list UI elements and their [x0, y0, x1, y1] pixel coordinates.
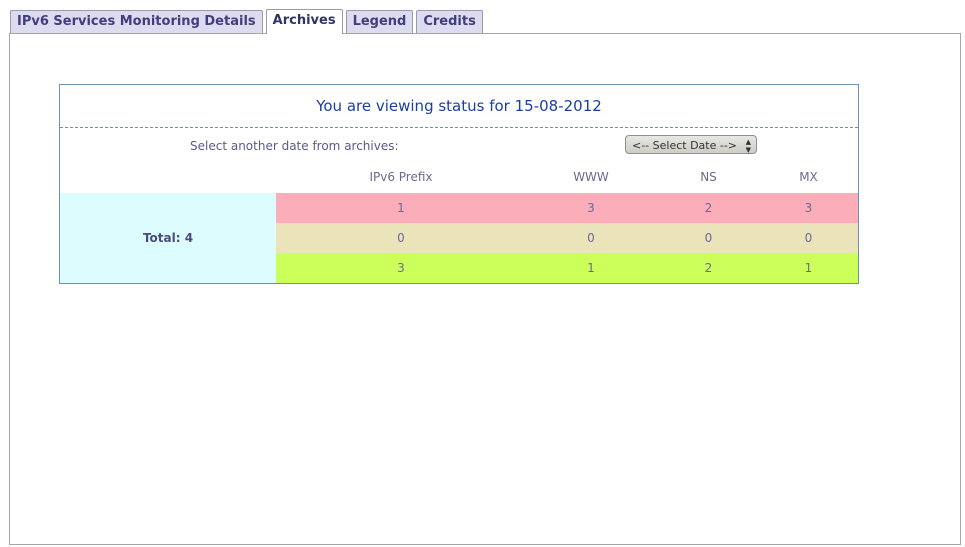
table-cell: 0	[397, 231, 405, 245]
column-header-www: WWW	[573, 170, 609, 184]
table-cell: 0	[804, 231, 813, 245]
date-select-row: Select another date from archives: <-- S…	[60, 134, 858, 158]
status-box: You are viewing status for 15-08-2012 Se…	[59, 84, 859, 284]
select-arrows-icon: ▲ ▼	[745, 138, 751, 154]
select-date-label: Select another date from archives:	[190, 139, 399, 153]
date-select[interactable]: <-- Select Date --> ▲ ▼	[625, 135, 757, 154]
table-cell: 1	[804, 261, 813, 275]
total-count: Total: 4	[60, 193, 276, 283]
table-cell: 3	[804, 201, 813, 215]
table-header: IPv6 Prefix WWW NS MX	[60, 170, 858, 192]
column-header-mx: MX	[799, 170, 818, 184]
date-select-value: <-- Select Date -->	[632, 139, 738, 152]
column-header-ns: NS	[700, 170, 717, 184]
column-header-ipv6-prefix: IPv6 Prefix	[369, 170, 433, 184]
table-cell: 3	[397, 261, 405, 275]
table-cell: 0	[587, 231, 595, 245]
table-cell: 1	[587, 261, 595, 275]
tab-ipv6-services-monitoring-details[interactable]: IPv6 Services Monitoring Details	[10, 10, 263, 33]
table-cell: 2	[704, 261, 713, 275]
table-cell: 2	[704, 201, 713, 215]
table-row-green: 3 1 2 1	[276, 253, 858, 283]
tab-legend[interactable]: Legend	[345, 10, 414, 33]
table-row-red: 1 3 2 3	[276, 193, 858, 223]
table-cell: 0	[704, 231, 713, 245]
table-row-tan: 0 0 0 0	[276, 223, 858, 253]
status-title: You are viewing status for 15-08-2012	[60, 85, 858, 128]
tab-credits[interactable]: Credits	[416, 10, 483, 33]
table-cell: 3	[587, 201, 595, 215]
tab-bar: IPv6 Services Monitoring Details Archive…	[10, 9, 483, 34]
tab-archives[interactable]: Archives	[265, 9, 343, 34]
table-cell: 1	[397, 201, 405, 215]
